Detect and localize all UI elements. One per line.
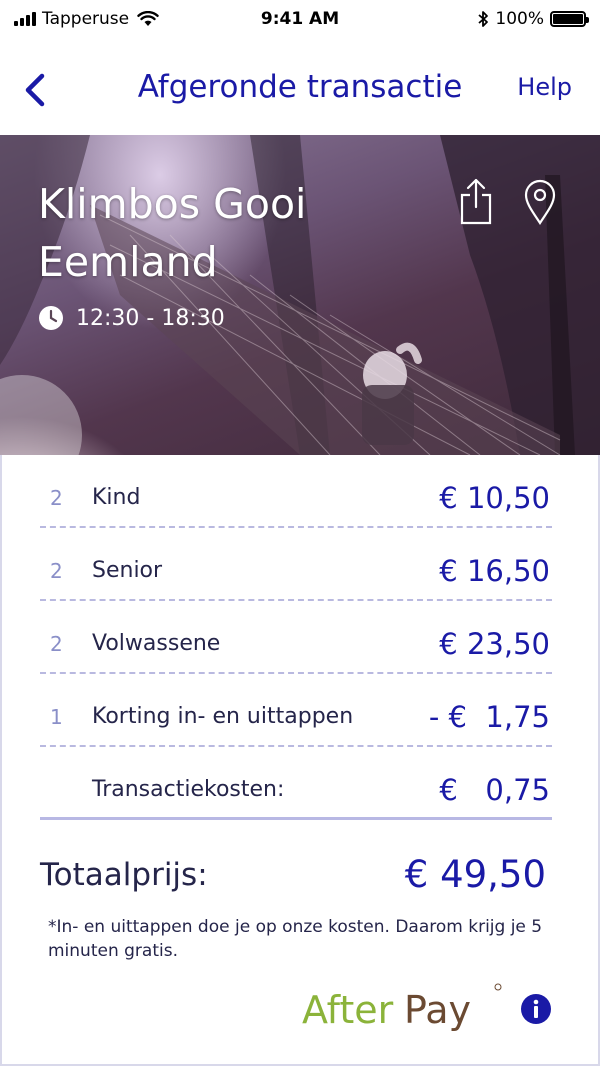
afterpay-brand-after: After — [302, 988, 394, 1032]
clock-icon — [39, 306, 63, 330]
navigation-bar: Afgeronde transactie Help — [0, 40, 600, 135]
line-item-amount: - € 1,75 — [428, 700, 550, 734]
line-item-qty: 1 — [50, 705, 63, 729]
bluetooth-icon — [478, 11, 489, 27]
line-item-qty: 2 — [50, 559, 63, 583]
venue-title: Klimbos Gooi Eemland — [38, 180, 307, 286]
line-item: 2 Kind € 10,50 — [40, 455, 552, 528]
receipt-card: 2 Kind € 10,50 2 Senior € 16,50 2 Volwas… — [0, 455, 600, 1066]
info-icon[interactable] — [520, 993, 552, 1025]
page-title: Afgeronde transactie — [137, 69, 463, 105]
line-item-label: Volwassene — [92, 631, 221, 656]
line-item-fee: Transactiekosten: € 0,75 — [40, 747, 552, 820]
status-bar: Tapperuse 9:41 AM 100% — [0, 0, 600, 40]
afterpay-brand-pay: Pay — [404, 988, 471, 1032]
line-item-label: Korting in- en uittappen — [92, 704, 354, 729]
battery-icon — [550, 11, 589, 27]
footnote: *In- en uittappen doe je op onze kosten.… — [48, 917, 543, 961]
line-item-amount: € 16,50 — [439, 554, 550, 588]
line-item-discount: 1 Korting in- en uittappen - € 1,75 — [40, 674, 552, 747]
line-item-amount: € 0,75 — [439, 773, 550, 807]
line-item-label: Senior — [92, 558, 163, 583]
line-item: 2 Volwassene € 23,50 — [40, 601, 552, 674]
location-pin-icon[interactable] — [522, 177, 558, 227]
status-right: 100% — [477, 9, 589, 29]
opening-hours-text: 12:30 - 18:30 — [76, 305, 225, 331]
line-item: 2 Senior € 16,50 — [40, 528, 552, 601]
hero-banner: Klimbos Gooi Eemland 12:30 - 18:30 — [0, 135, 600, 455]
opening-hours: 12:30 - 18:30 — [38, 305, 225, 331]
share-icon[interactable] — [456, 177, 496, 227]
line-item-qty: 2 — [50, 632, 63, 656]
line-item-label: Transactiekosten: — [92, 777, 285, 802]
total-label: Totaalprijs: — [40, 857, 208, 893]
line-item-amount: € 10,50 — [439, 481, 550, 515]
total-amount: € 49,50 — [404, 853, 546, 896]
line-item-label: Kind — [92, 485, 141, 510]
line-items: 2 Kind € 10,50 2 Senior € 16,50 2 Volwas… — [40, 455, 552, 820]
help-button[interactable]: Help — [517, 73, 572, 101]
battery-percentage: 100% — [495, 9, 544, 29]
afterpay-logo: After Pay — [302, 983, 502, 1032]
line-item-amount: € 23,50 — [439, 627, 550, 661]
line-item-qty: 2 — [50, 486, 63, 510]
